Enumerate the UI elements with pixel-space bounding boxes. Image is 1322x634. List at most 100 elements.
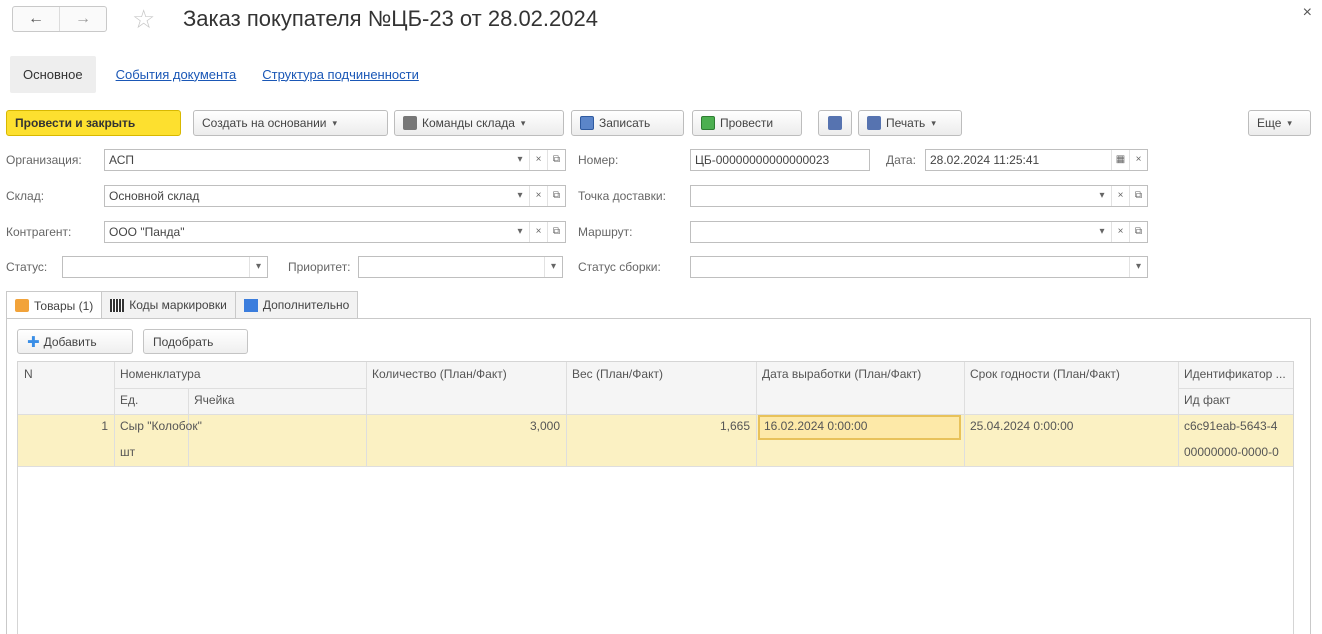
- post-button[interactable]: Провести: [692, 110, 802, 136]
- clear-icon[interactable]: ×: [1129, 150, 1147, 170]
- number-field[interactable]: ЦБ-00000000000000023: [690, 149, 870, 171]
- status-field[interactable]: ▾: [62, 256, 268, 278]
- row-identifier[interactable]: c6c91eab-5643-4: [1178, 414, 1293, 438]
- col-header-weight[interactable]: Вес (План/Факт): [566, 362, 756, 386]
- favorite-star-icon[interactable]: ☆: [132, 6, 155, 32]
- priority-field[interactable]: ▾: [358, 256, 563, 278]
- add-row-button[interactable]: ✚ Добавить: [17, 329, 133, 354]
- col-header-id-fact[interactable]: Ид факт: [1178, 388, 1293, 412]
- section-tabs: Основное События документа Структура под…: [10, 54, 425, 94]
- tab-subordination-structure[interactable]: Структура подчиненности: [256, 67, 425, 82]
- contractor-field[interactable]: ООО "Панда" ▾ × ⧉: [104, 221, 566, 243]
- save-disk-icon: [580, 116, 594, 130]
- clear-icon[interactable]: ×: [529, 222, 547, 242]
- print-preview-button[interactable]: [818, 110, 852, 136]
- back-button[interactable]: ←: [13, 7, 59, 31]
- clear-icon[interactable]: ×: [1111, 186, 1129, 206]
- printer-icon: [828, 116, 842, 130]
- chevron-down-icon: ▾: [332, 117, 338, 128]
- row-production-date[interactable]: 16.02.2024 0:00:00: [758, 414, 961, 438]
- col-header-expiry[interactable]: Срок годности (План/Факт): [964, 362, 1178, 386]
- open-icon[interactable]: ⧉: [547, 150, 565, 170]
- dropdown-icon[interactable]: ▾: [544, 257, 562, 277]
- tab-marking-codes-label: Коды маркировки: [129, 298, 227, 312]
- dropdown-icon[interactable]: ▾: [1093, 186, 1111, 206]
- create-based-on-button[interactable]: Создать на основании ▾: [193, 110, 388, 136]
- col-header-nomenclature[interactable]: Номенклатура: [114, 362, 366, 386]
- priority-label: Приоритет:: [288, 260, 351, 274]
- dropdown-icon[interactable]: ▾: [511, 222, 529, 242]
- calendar-icon[interactable]: ▦: [1111, 150, 1129, 170]
- open-icon[interactable]: ⧉: [1129, 222, 1147, 242]
- col-header-identifier[interactable]: Идентификатор ...: [1178, 362, 1293, 386]
- row-id-fact[interactable]: 00000000-0000-0: [1178, 440, 1293, 464]
- add-row-label: Добавить: [43, 334, 97, 349]
- clear-icon[interactable]: ×: [529, 186, 547, 206]
- row-quantity[interactable]: 3,000: [366, 414, 566, 438]
- row-number[interactable]: 1: [18, 414, 114, 438]
- chevron-down-icon: ▾: [1287, 117, 1292, 128]
- route-label: Маршрут:: [578, 225, 633, 239]
- more-button[interactable]: Еще ▾: [1248, 110, 1311, 136]
- grid-line: [18, 466, 1293, 467]
- route-field[interactable]: ▾ × ⧉: [690, 221, 1148, 243]
- open-icon[interactable]: ⧉: [547, 222, 565, 242]
- col-header-quantity[interactable]: Количество (План/Факт): [366, 362, 566, 386]
- contractor-value: ООО "Панда": [109, 225, 185, 239]
- tab-additional-label: Дополнительно: [262, 298, 350, 312]
- create-based-on-label: Создать на основании: [202, 116, 327, 130]
- date-label: Дата:: [886, 153, 916, 167]
- warehouse-field[interactable]: Основной склад ▾ × ⧉: [104, 185, 566, 207]
- tab-document-events[interactable]: События документа: [110, 67, 243, 82]
- row-expiry[interactable]: 25.04.2024 0:00:00: [964, 414, 1178, 438]
- date-field[interactable]: 28.02.2024 11:25:41 ▦ ×: [925, 149, 1148, 171]
- assembly-status-field[interactable]: ▾: [690, 256, 1148, 278]
- organization-label: Организация:: [6, 153, 82, 167]
- row-nomenclature[interactable]: Сыр "Колобок": [114, 414, 366, 438]
- dropdown-icon[interactable]: ▾: [249, 257, 267, 277]
- organization-field[interactable]: АСП ▾ × ⧉: [104, 149, 566, 171]
- tab-main[interactable]: Основное: [10, 55, 96, 93]
- open-icon[interactable]: ⧉: [1129, 186, 1147, 206]
- document-tabs: Товары (1) Коды маркировки Дополнительно: [6, 291, 359, 319]
- command-bar: Провести и закрыть Создать на основании …: [6, 110, 1311, 136]
- organization-value: АСП: [109, 153, 135, 167]
- pick-button[interactable]: Подобрать: [143, 329, 248, 354]
- forward-button[interactable]: →: [59, 7, 106, 31]
- warehouse-value: Основной склад: [109, 189, 200, 203]
- date-value: 28.02.2024 11:25:41: [930, 153, 1040, 167]
- col-header-n[interactable]: N: [18, 362, 114, 386]
- cart-icon: [15, 299, 29, 312]
- goods-panel: ✚ Добавить Подобрать N Номенклатура Ед. …: [6, 318, 1311, 634]
- clear-icon[interactable]: ×: [1111, 222, 1129, 242]
- tab-additional[interactable]: Дополнительно: [234, 291, 359, 318]
- dropdown-icon[interactable]: ▾: [1129, 257, 1147, 277]
- title-bar: ← → ☆ Заказ покупателя №ЦБ-23 от 28.02.2…: [0, 0, 1322, 44]
- delivery-point-field[interactable]: ▾ × ⧉: [690, 185, 1148, 207]
- post-document-icon: [701, 116, 715, 130]
- tab-marking-codes[interactable]: Коды маркировки: [101, 291, 236, 318]
- save-button[interactable]: Записать: [571, 110, 684, 136]
- col-header-cell[interactable]: Ячейка: [188, 388, 366, 412]
- close-icon[interactable]: ×: [1303, 4, 1312, 22]
- row-unit[interactable]: шт: [114, 440, 188, 464]
- tab-goods[interactable]: Товары (1): [6, 291, 103, 319]
- chevron-down-icon: ▾: [931, 117, 936, 128]
- status-label: Статус:: [6, 260, 48, 274]
- row-weight[interactable]: 1,665: [566, 414, 756, 438]
- post-and-close-label: Провести и закрыть: [15, 116, 136, 130]
- col-header-unit[interactable]: Ед.: [114, 388, 188, 412]
- dropdown-icon[interactable]: ▾: [511, 186, 529, 206]
- print-button[interactable]: Печать ▾: [858, 110, 962, 136]
- printer-icon: [867, 116, 881, 130]
- dropdown-icon[interactable]: ▾: [511, 150, 529, 170]
- post-and-close-button[interactable]: Провести и закрыть: [6, 110, 181, 136]
- tab-goods-label: Товары (1): [34, 298, 94, 313]
- clear-icon[interactable]: ×: [529, 150, 547, 170]
- dropdown-icon[interactable]: ▾: [1093, 222, 1111, 242]
- col-header-production-date[interactable]: Дата выработки (План/Факт): [756, 362, 964, 386]
- print-label: Печать: [886, 116, 926, 130]
- warehouse-commands-button[interactable]: Команды склада ▾: [394, 110, 564, 136]
- assembly-status-label: Статус сборки:: [578, 260, 661, 274]
- open-icon[interactable]: ⧉: [547, 186, 565, 206]
